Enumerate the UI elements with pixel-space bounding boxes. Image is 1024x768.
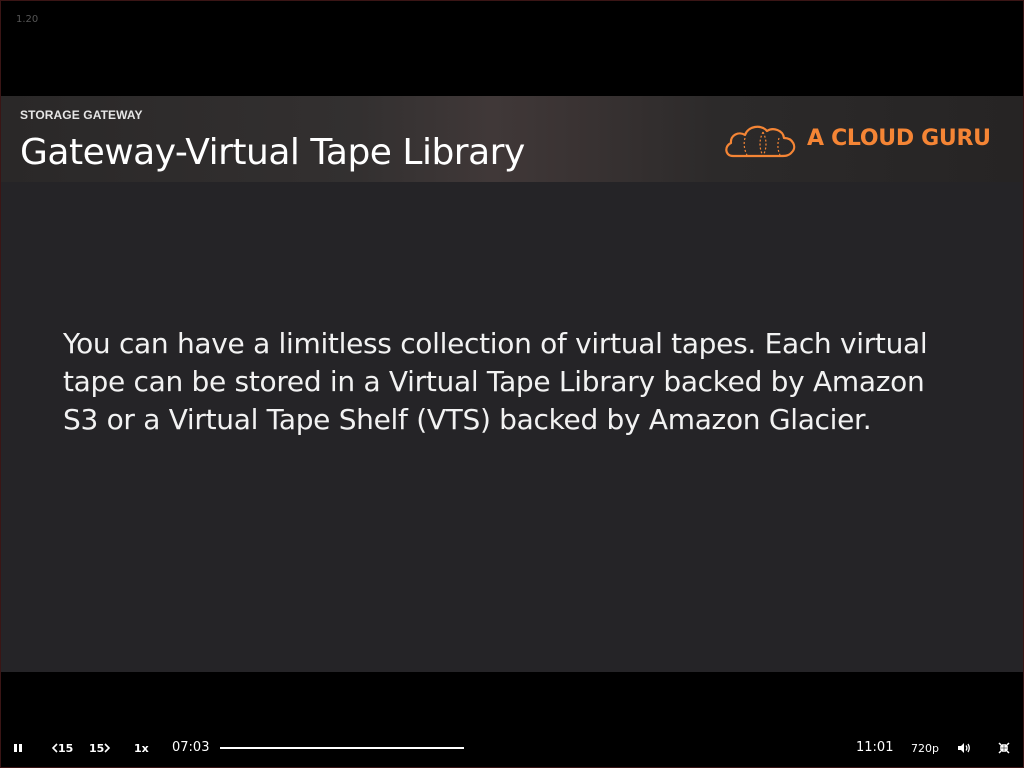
forward-15-button[interactable]: 15: [89, 734, 113, 762]
slide-content: You can have a limitless collection of v…: [1, 182, 1023, 672]
slide-kicker: STORAGE GATEWAY: [20, 108, 143, 122]
rewind-chevron-icon: [51, 743, 58, 753]
volume-icon: [958, 743, 970, 753]
quality-button[interactable]: 720p: [911, 734, 939, 762]
duration: 11:01: [856, 740, 894, 755]
pause-icon: [14, 744, 22, 752]
playback-speed-label: 1x: [134, 741, 149, 755]
forward-chevron-icon: [104, 743, 111, 753]
volume-button[interactable]: [957, 734, 973, 762]
slide-title: Gateway-Virtual Tape Library: [20, 132, 525, 173]
slide-header: STORAGE GATEWAY Gateway-Virtual Tape Lib…: [1, 96, 1023, 182]
quality-label: 720p: [911, 741, 939, 755]
player-controls: 15 15 1x 07:03 11:01 720p: [0, 734, 1024, 762]
brand-logo: A CLOUD GURU: [723, 118, 1003, 162]
cloud-logo-icon: [725, 125, 796, 158]
version-label: 1.20: [16, 14, 39, 25]
playback-speed-button[interactable]: 1x: [134, 734, 150, 762]
slide-body-text: You can have a limitless collection of v…: [63, 327, 928, 436]
rewind-15-button[interactable]: 15: [51, 734, 75, 762]
rewind-label: 15: [58, 741, 74, 755]
pause-button[interactable]: [12, 734, 28, 762]
current-time: 07:03: [172, 740, 210, 755]
brand-name: A CLOUD GURU: [807, 126, 991, 151]
exit-fullscreen-icon: [998, 742, 1010, 754]
forward-label: 15: [89, 741, 105, 755]
progress-bar[interactable]: [220, 747, 464, 749]
exit-fullscreen-button[interactable]: [998, 734, 1012, 762]
